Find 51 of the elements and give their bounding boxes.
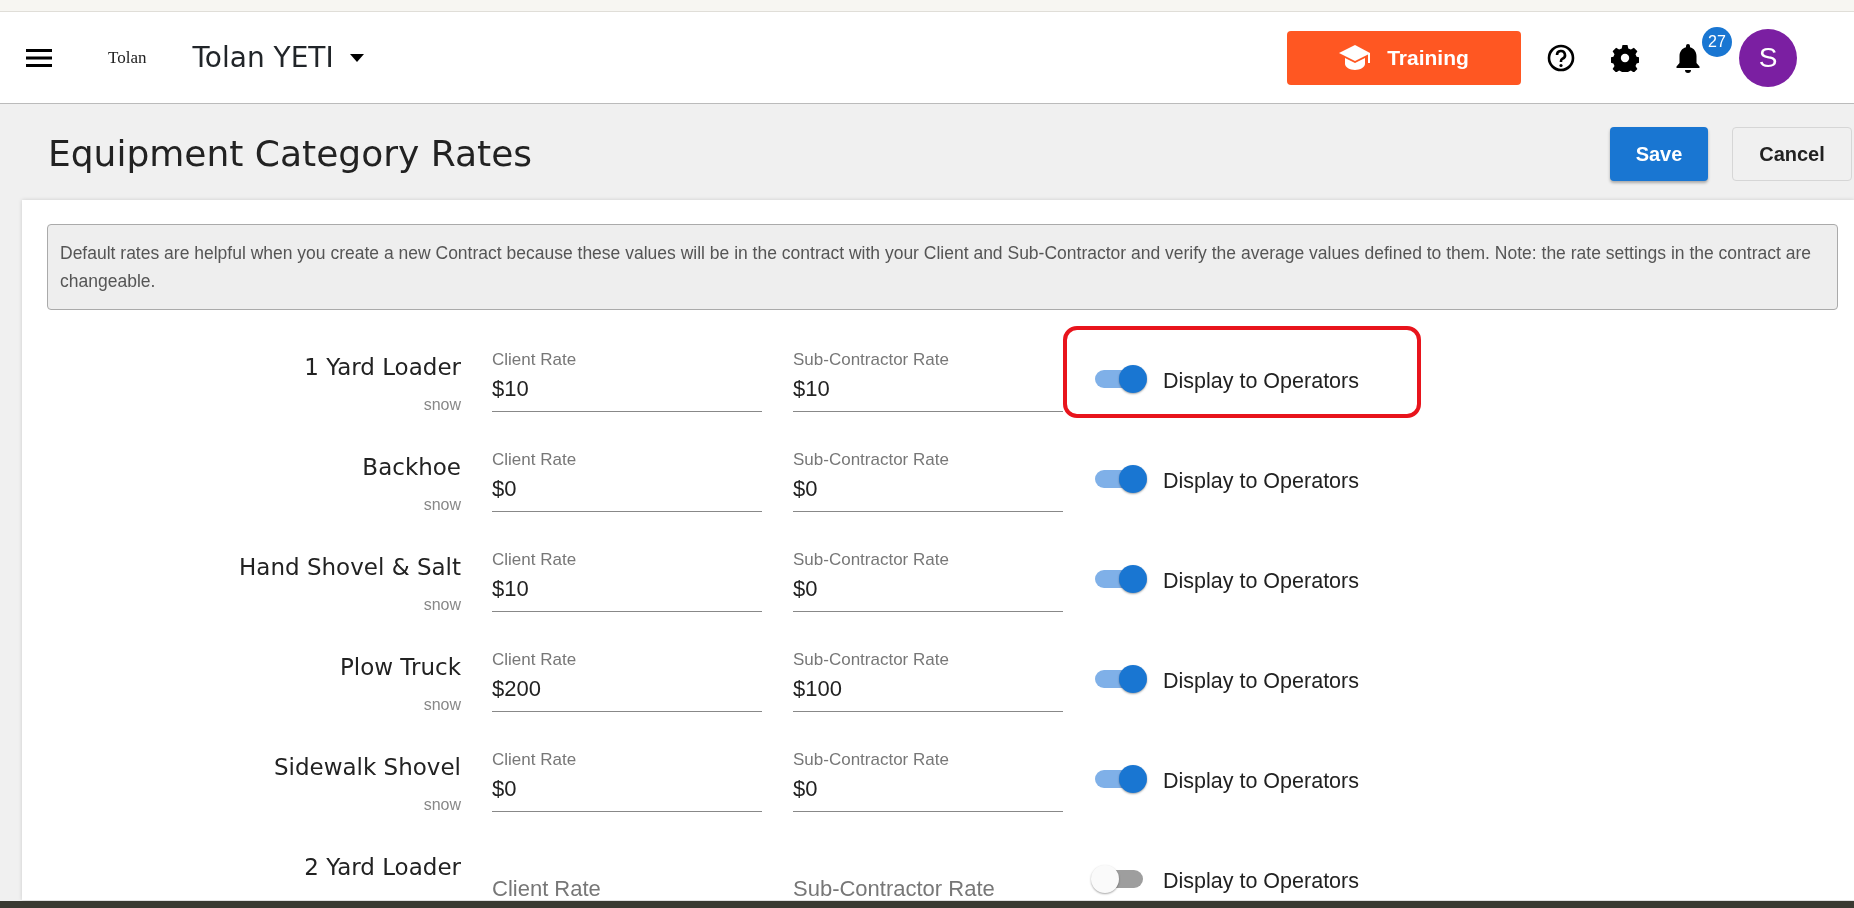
toggle-label: Display to Operators <box>1163 768 1359 795</box>
client-rate-field[interactable]: $0 <box>492 772 762 812</box>
equipment-name: Plow Truck <box>338 653 461 682</box>
field-label: Sub-Contractor Rate <box>793 448 950 471</box>
toggle-label: Display to Operators <box>1163 368 1359 395</box>
field-label: Client Rate <box>492 348 578 371</box>
field-label: Sub-Contractor Rate <box>793 648 950 671</box>
user-avatar[interactable]: S <box>1739 28 1797 87</box>
help-icon[interactable] <box>1547 43 1575 72</box>
field-label: Client Rate <box>492 548 578 571</box>
client-rate-field[interactable]: $0 <box>492 472 762 512</box>
toggle-label: Display to Operators <box>1163 668 1359 695</box>
sub-contractor-rate-field[interactable]: $10 <box>793 372 1063 412</box>
toggle-label: Display to Operators <box>1163 568 1359 595</box>
sub-contractor-rate-field[interactable]: Sub-Contractor Rate <box>793 872 1063 900</box>
equipment-name: Hand Shovel & Salt <box>238 553 461 582</box>
page-title: Equipment Category Rates <box>48 132 534 176</box>
category-label: snow <box>422 794 461 815</box>
app-selector[interactable]: Tolan YETI <box>192 36 364 79</box>
equipment-name: Backhoe <box>361 453 461 482</box>
cancel-button[interactable]: Cancel <box>1732 127 1852 181</box>
graduation-cap-icon <box>1339 44 1372 71</box>
field-label: Sub-Contractor Rate <box>793 548 950 571</box>
equipment-name: 2 Yard Loader <box>303 853 461 882</box>
client-rate-field[interactable]: $10 <box>492 572 762 612</box>
notifications-icon[interactable] <box>1675 42 1701 73</box>
settings-icon[interactable] <box>1611 43 1639 72</box>
field-label: Client Rate <box>492 448 578 471</box>
toggle-label: Display to Operators <box>1163 468 1359 495</box>
equipment-name: 1 Yard Loader <box>303 353 461 382</box>
toggle-label: Display to Operators <box>1163 868 1359 895</box>
logo: Tolan <box>108 46 147 69</box>
field-label: Sub-Contractor Rate <box>793 748 950 771</box>
caret-icon <box>349 53 364 62</box>
field-label: Client Rate <box>492 648 578 671</box>
category-label: snow <box>422 494 461 515</box>
sub-contractor-rate-field[interactable]: $0 <box>793 772 1063 812</box>
info-message: Default rates are helpful when you create a new Contract because these values will be in the contract with your Client and Sub-Contractor and verify the average values defined to them. Note: the rate settings in the contract are changeable. <box>47 224 1838 310</box>
client-rate-field[interactable]: $10 <box>492 372 762 412</box>
notification-badge: 27 <box>1702 26 1732 57</box>
sub-contractor-rate-field[interactable]: $0 <box>793 572 1063 612</box>
category-label: snow <box>422 594 461 615</box>
client-rate-field[interactable]: $200 <box>492 672 762 712</box>
sub-contractor-rate-field[interactable]: $0 <box>793 472 1063 512</box>
field-label: Client Rate <box>492 748 578 771</box>
field-label: Sub-Contractor Rate <box>793 348 950 371</box>
save-button[interactable]: Save <box>1610 127 1708 181</box>
sub-contractor-rate-field[interactable]: $100 <box>793 672 1063 712</box>
category-label: snow <box>422 394 461 415</box>
category-label: snow <box>422 694 461 715</box>
equipment-name: Sidewalk Shovel <box>272 753 461 782</box>
